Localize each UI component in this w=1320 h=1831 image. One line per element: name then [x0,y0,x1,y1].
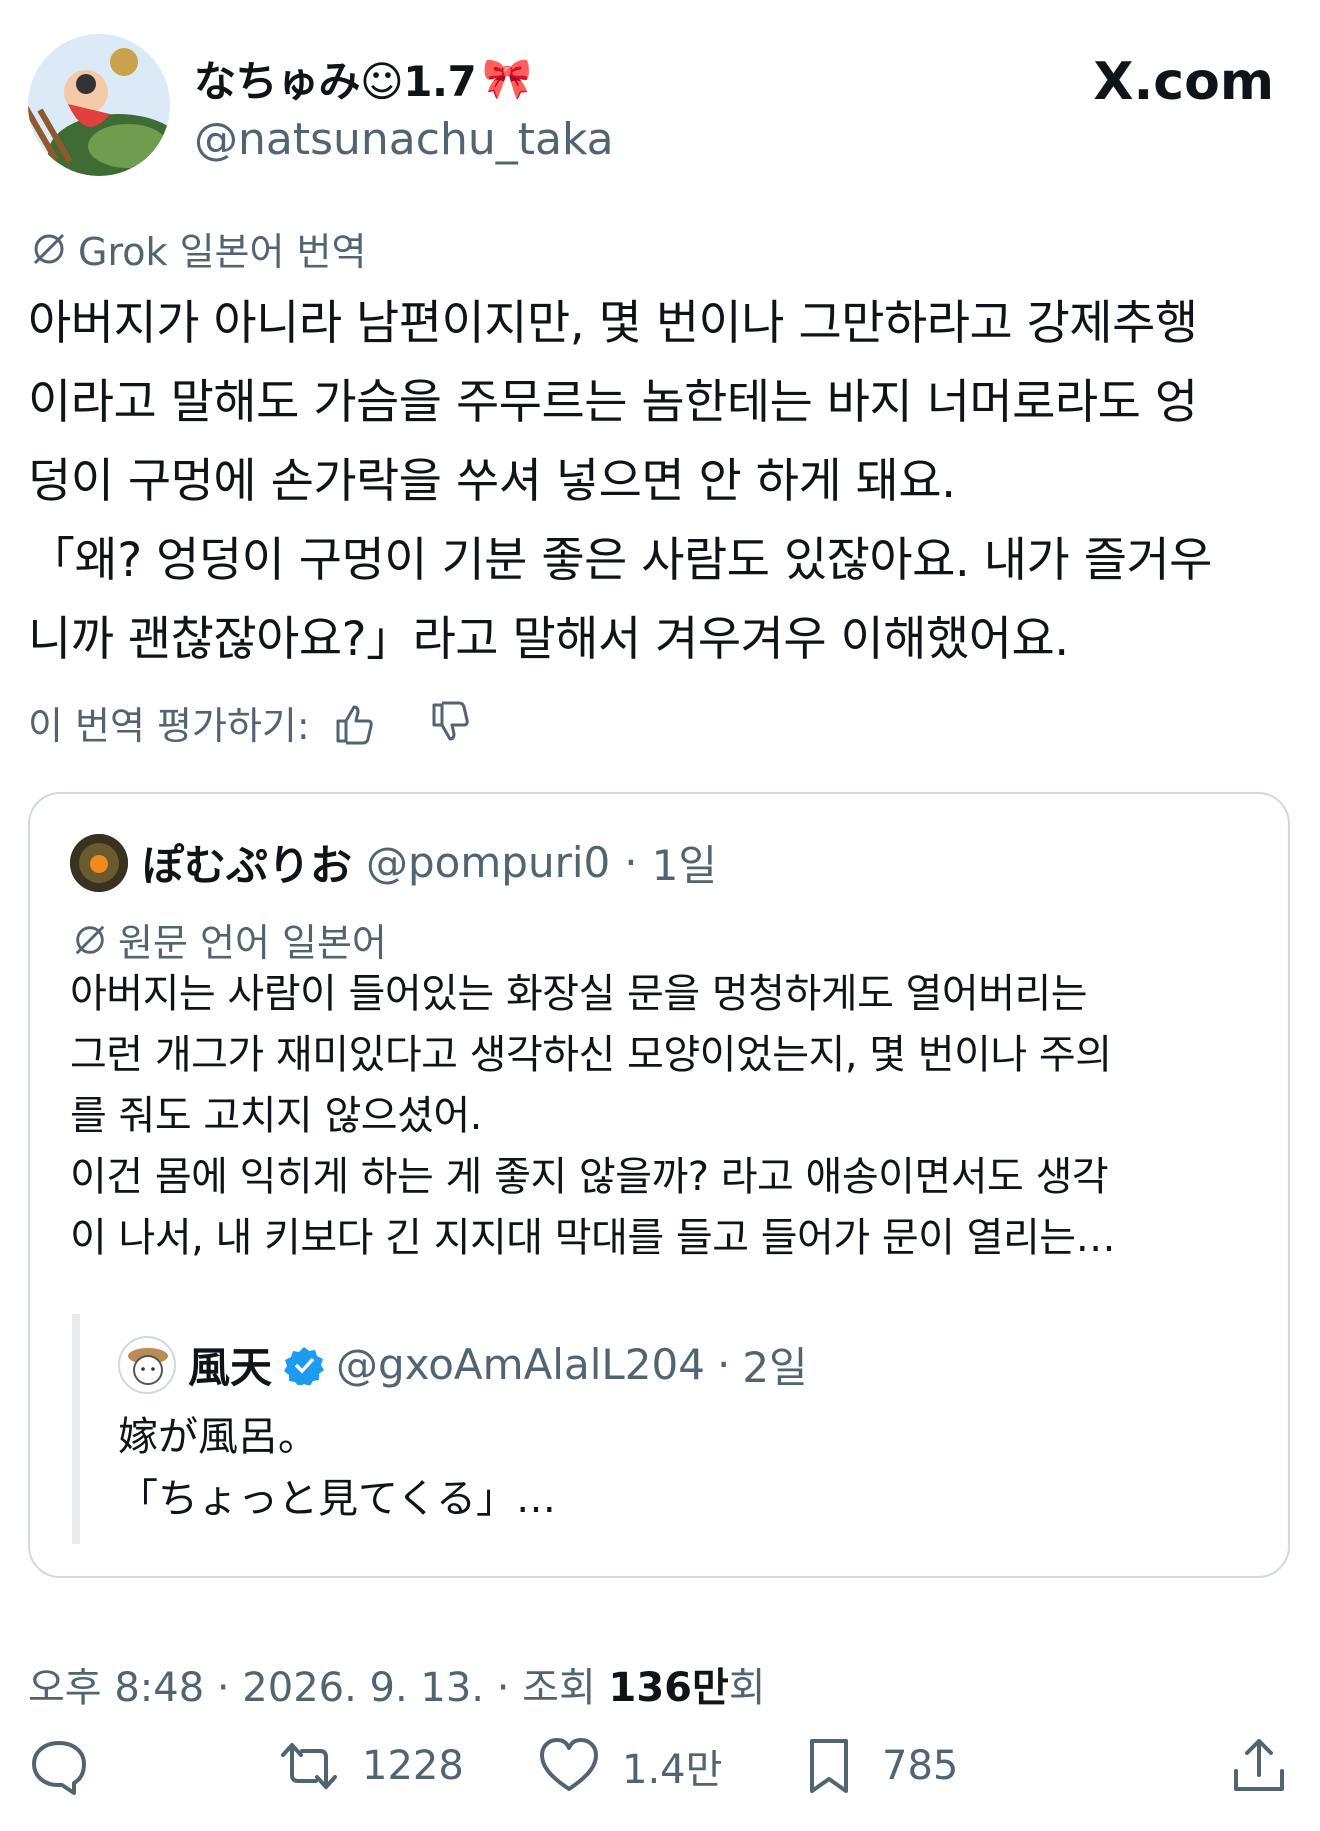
verified-badge-icon [284,1346,325,1385]
thumbs-down-icon[interactable] [426,699,474,747]
views-count: 136만 [608,1665,729,1711]
heart-icon [540,1738,598,1791]
nested-quoted-tweet[interactable]: 風天 @gxoAmAlalL204 · 2일 嫁が風呂。 「ちょっと見てくる」… [72,1314,1260,1544]
nested-author-name[interactable]: 風天 [188,1334,272,1395]
quoted-author-name[interactable]: ぽむぷりお [142,832,352,893]
bookmark-button[interactable]: 785 [798,1735,958,1797]
food-avatar-image [70,833,128,892]
retweet-count: 1228 [362,1743,464,1789]
translation-label-text: Grok 일본어 번역 [78,230,367,274]
bookmark-icon [810,1739,848,1793]
tweet-actions: 1228 1.4만 785 [28,1735,1292,1805]
quoted-author-handle[interactable]: @pompuri0 [366,838,610,887]
retweet-button[interactable]: 1228 [278,1735,464,1797]
author-name[interactable]: なちゅみ☺1.7 🎀 [194,48,532,109]
share-icon [1234,1739,1284,1791]
grok-icon [75,925,105,954]
author-handle[interactable]: @natsunachu_taka [194,114,614,165]
tweet-page: なちゅみ☺1.7 🎀 @natsunachu_taka X.com Grok 일… [0,0,1320,1831]
grok-icon [33,233,65,264]
nested-author-avatar[interactable] [118,1335,176,1394]
dot-separator: · [216,1665,243,1711]
dot-separator: · [716,1340,731,1389]
avatar-illustration [28,34,170,176]
rate-translation: 이 번역 평가하기: [28,695,474,750]
thumbs-up-icon[interactable] [330,699,378,747]
tweet-date[interactable]: 2026. 9. 13. [242,1665,484,1711]
like-count: 1.4만 [622,1747,723,1793]
original-language-label: 원문 언어 일본어 [72,912,387,967]
author-avatar[interactable] [28,34,170,176]
quoted-tweet-text: 아버지는 사람이 들어있는 화장실 문을 멍청하게도 열어버리는 그런 개그가 … [70,971,1116,1261]
dot-separator: · [496,1665,523,1711]
reply-icon [32,1741,86,1795]
translation-label[interactable]: Grok 일본어 번역 [30,221,366,276]
author-display-name: なちゅみ☺1.7 [194,57,477,106]
like-button[interactable]: 1.4만 [538,1735,722,1797]
cartoon-avatar-image [128,1347,168,1385]
nested-time: 2일 [742,1343,808,1392]
tweet-time[interactable]: 오후 8:48 [28,1665,204,1711]
ribbon-emoji: 🎀 [482,56,532,102]
x-brand: X.com [1093,52,1274,112]
x-logo-text: X.com [1093,52,1274,112]
quoted-author-avatar[interactable] [70,833,128,892]
quoted-tweet[interactable]: ぽむぷりお @pompuri0 · 1일 원문 언어 일본어 아버지는 사람이 … [28,792,1290,1578]
reply-button[interactable] [28,1735,90,1797]
views-prefix: 조회 [522,1665,596,1711]
tweet-timestamp: 오후 8:48 · 2026. 9. 13. · 조회 136만회 [28,1655,766,1713]
tweet-header: なちゅみ☺1.7 🎀 @natsunachu_taka X.com [28,34,1292,184]
share-button[interactable] [1228,1735,1290,1797]
bookmark-count: 785 [882,1743,959,1789]
quoted-tweet-header: ぽむぷりお @pompuri0 · 1일 [70,832,717,893]
quoted-time: 1일 [651,841,717,890]
tweet-text: 아버지가 아니라 남편이지만, 몇 번이나 그만하라고 강제추행 이라고 말해도… [28,296,1212,667]
dot-separator: · [624,838,638,887]
rate-label: 이 번역 평가하기: [28,704,310,748]
original-language-text: 원문 언어 일본어 [118,921,387,965]
views-suffix: 회 [728,1665,766,1711]
nested-tweet-text: 嫁が風呂。 「ちょっと見てくる」… [118,1414,556,1522]
nested-tweet-header: 風天 @gxoAmAlalL204 · 2일 [118,1334,808,1395]
retweet-icon [281,1743,337,1789]
nested-author-handle[interactable]: @gxoAmAlalL204 [336,1340,705,1389]
